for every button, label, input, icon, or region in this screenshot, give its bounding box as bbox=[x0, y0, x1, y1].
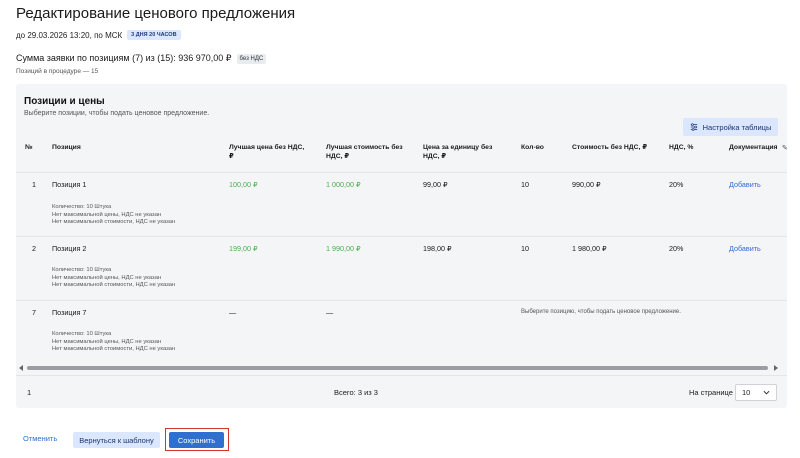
row-cost: 1 980,00 ₽ bbox=[572, 244, 607, 253]
row-num: 1 bbox=[32, 180, 36, 189]
detail-quantity: Количество: 10 Штука bbox=[52, 267, 112, 273]
deadline: до 29.03.2026 13:20, по МСК 3 ДНЯ 20 ЧАС… bbox=[16, 30, 181, 40]
save-button[interactable]: Сохранить bbox=[169, 432, 224, 448]
header-best-cost-line2: НДС, ₽ bbox=[326, 153, 350, 160]
row-divider bbox=[16, 300, 787, 301]
row-best-cost: 1 000,00 ₽ bbox=[326, 180, 361, 189]
detail-quantity: Количество: 10 Штука bbox=[52, 204, 112, 210]
header-docs: Документация bbox=[729, 144, 778, 151]
per-page-select[interactable]: 10 bbox=[735, 384, 777, 401]
detail-max-cost: Нет максимальной стоимости, НДС не указа… bbox=[52, 282, 176, 288]
row-unit-price: 198,00 ₽ bbox=[423, 244, 452, 253]
current-page[interactable]: 1 bbox=[27, 388, 31, 397]
row-divider bbox=[16, 375, 787, 376]
per-page-value: 10 bbox=[742, 388, 751, 397]
scroll-right-arrow-icon[interactable] bbox=[774, 365, 778, 371]
header-position: Позиция bbox=[52, 144, 81, 151]
cancel-button[interactable]: Отменить bbox=[23, 434, 57, 443]
application-sum: Сумма заявки по позициям (7) из (15): 93… bbox=[16, 53, 267, 64]
header-unit-price: Цена за единицу без НДС, ₽ bbox=[423, 143, 492, 161]
detail-quantity: Количество: 10 Штука bbox=[52, 331, 112, 337]
time-left-badge: 3 ДНЯ 20 ЧАСОВ bbox=[127, 30, 181, 40]
detail-max-price: Нет максимальной цены, НДС не указан bbox=[52, 338, 162, 345]
sum-text: Сумма заявки по позициям (7) из (15): 93… bbox=[16, 53, 232, 63]
header-unit-price-line2: НДС, ₽ bbox=[423, 153, 447, 160]
row-position-name: Позиция 1 bbox=[52, 180, 87, 189]
row-position-name: Позиция 7 bbox=[52, 308, 87, 317]
row-best-price: 199,00 ₽ bbox=[229, 244, 258, 253]
row-cost: 990,00 ₽ bbox=[572, 180, 601, 189]
detail-max-price: Нет максимальной цены, НДС не указан bbox=[52, 211, 162, 218]
row-details: Количество: 10 Штука Нет максимальной це… bbox=[52, 331, 175, 354]
header-best-price: Лучшая цена без НДС, ₽ bbox=[229, 143, 304, 161]
row-vat: 20% bbox=[669, 180, 684, 189]
header-qty: Кол-во bbox=[521, 144, 544, 151]
header-unit-price-line1: Цена за единицу без bbox=[423, 144, 493, 151]
row-qty: 10 bbox=[521, 244, 529, 253]
total-count: Всего: 3 из 3 bbox=[334, 388, 378, 397]
header-best-price-line2: ₽ bbox=[229, 153, 234, 160]
vat-badge: без НДС bbox=[236, 53, 267, 64]
row-best-price: — bbox=[229, 308, 237, 317]
sliders-icon bbox=[690, 123, 697, 131]
horizontal-scrollbar[interactable] bbox=[19, 365, 778, 371]
panel-title: Позиции и цены bbox=[24, 96, 105, 107]
row-position-name: Позиция 2 bbox=[52, 244, 87, 253]
positions-in-procedure: Позиций в процедуре — 15 bbox=[16, 68, 99, 75]
row-unit-price: 99,00 ₽ bbox=[423, 180, 448, 189]
per-page-label: На странице bbox=[689, 388, 733, 397]
table-settings-label: Настройка таблицы bbox=[702, 122, 772, 132]
header-best-cost-line1: Лучшая стоимость без bbox=[326, 144, 403, 151]
header-best-price-line1: Лучшая цена без НДС, bbox=[229, 144, 305, 151]
row-details: Количество: 10 Штука Нет максимальной це… bbox=[52, 204, 175, 227]
row-best-price: 100,00 ₽ bbox=[229, 180, 258, 189]
page-title: Редактирование ценового предложения bbox=[16, 5, 296, 22]
header-num: № bbox=[25, 144, 33, 151]
row-best-cost: — bbox=[326, 308, 334, 317]
row-num: 2 bbox=[32, 244, 36, 253]
row-best-cost: 1 990,00 ₽ bbox=[326, 244, 361, 253]
add-docs-link[interactable]: Добавить bbox=[729, 244, 761, 253]
row-num: 7 bbox=[32, 308, 36, 317]
detail-max-cost: Нет максимальной стоимости, НДС не указа… bbox=[52, 219, 176, 225]
positions-panel: Позиции и цены Выберите позиции, чтобы п… bbox=[16, 84, 787, 408]
row-divider bbox=[16, 172, 787, 173]
header-vat: НДС, % bbox=[669, 144, 694, 151]
detail-max-price: Нет максимальной цены, НДС не указан bbox=[52, 274, 162, 281]
scroll-left-arrow-icon[interactable] bbox=[19, 365, 23, 371]
panel-subtitle: Выберите позиции, чтобы подать ценовое п… bbox=[24, 110, 210, 117]
edit-icon: ✎ bbox=[782, 145, 787, 152]
table-settings-button[interactable]: Настройка таблицы bbox=[683, 118, 778, 136]
row-vat: 20% bbox=[669, 244, 684, 253]
row-divider bbox=[16, 236, 787, 237]
header-cost: Стоимость без НДС, ₽ bbox=[572, 144, 648, 151]
scroll-thumb[interactable] bbox=[27, 366, 768, 370]
detail-max-cost: Нет максимальной стоимости, НДС не указа… bbox=[52, 346, 176, 352]
header-best-cost: Лучшая стоимость без НДС, ₽ bbox=[326, 143, 403, 161]
add-docs-link[interactable]: Добавить bbox=[729, 180, 761, 189]
row-select-note: Выберите позицию, чтобы подать ценовое п… bbox=[521, 309, 681, 315]
chevron-down-icon bbox=[763, 390, 770, 395]
row-qty: 10 bbox=[521, 180, 529, 189]
deadline-text: до 29.03.2026 13:20, по МСК bbox=[16, 30, 123, 40]
row-details: Количество: 10 Штука Нет максимальной це… bbox=[52, 267, 175, 290]
back-to-template-button[interactable]: Вернуться к шаблону bbox=[73, 432, 160, 448]
